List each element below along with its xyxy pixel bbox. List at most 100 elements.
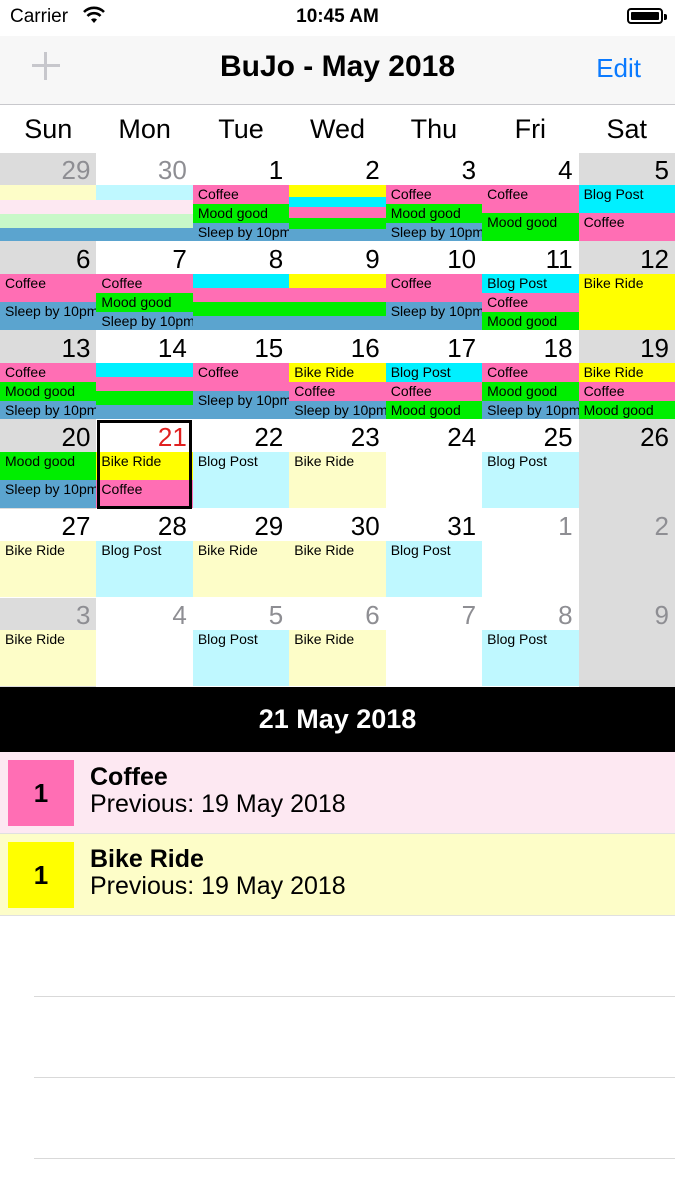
calendar-day-cell[interactable]: 8 <box>192 242 290 331</box>
calendar-day-cell[interactable]: 8 Blog Post <box>482 598 579 687</box>
event-bar-bike: Bike Ride <box>289 541 386 597</box>
event-bar-coffee <box>192 288 290 302</box>
day-number: 31 <box>447 511 477 541</box>
event-bar-blog <box>289 197 386 207</box>
event-bar-sleep: Sleep by 10pm <box>192 223 290 241</box>
calendar-day-cell[interactable]: 2 <box>289 153 386 242</box>
calendar-day-cell[interactable]: 14 <box>96 331 193 420</box>
status-time: 10:45 AM <box>296 6 379 27</box>
event-bar-mood <box>192 302 290 316</box>
day-number: 22 <box>254 422 284 452</box>
calendar-day-cell[interactable]: 21 Bike Ride Coffee <box>96 420 193 509</box>
event-count-badge: 1 <box>8 760 74 826</box>
calendar-day-cell[interactable]: 9 <box>578 598 675 687</box>
list-separator <box>34 996 675 997</box>
calendar-day-cell[interactable]: 5 Blog Post <box>192 598 290 687</box>
navigation-bar: BuJo - May 2018 Edit <box>0 36 675 105</box>
calendar-day-cell[interactable]: 22 Blog Post <box>192 420 290 509</box>
event-bar-coffee: Coffee <box>385 274 483 302</box>
event-row-bike-ride[interactable]: 1 Bike Ride Previous: 19 May 2018 <box>0 834 675 916</box>
calendar-day-cell[interactable]: 2 <box>578 509 675 598</box>
battery-icon <box>627 8 667 24</box>
calendar-day-cell[interactable]: 10 Coffee Sleep by 10pm <box>385 242 483 331</box>
calendar-day-cell[interactable]: 15 Coffee Sleep by 10pm <box>192 331 290 420</box>
day-number: 29 <box>61 155 91 185</box>
event-bar-mood: Mood good <box>0 452 97 480</box>
day-number: 6 <box>75 244 91 274</box>
calendar-day-cell[interactable]: 30 <box>96 153 193 242</box>
day-number: 25 <box>543 422 573 452</box>
event-bar-sleep <box>0 228 97 241</box>
calendar-day-cell[interactable]: 26 <box>578 420 675 509</box>
day-number: 30 <box>350 511 380 541</box>
event-bar-coffee: Coffee <box>482 293 579 312</box>
calendar-day-cell[interactable]: 24 <box>385 420 483 509</box>
day-number: 1 <box>268 155 284 185</box>
calendar-day-cell[interactable]: 17 Blog Post Coffee Mood good <box>385 331 483 420</box>
page-title: BuJo - May 2018 <box>219 50 456 83</box>
event-bar-coffee: Coffee <box>96 480 193 508</box>
calendar-day-cell[interactable]: 16 Bike Ride Coffee Sleep by 10pm <box>289 331 386 420</box>
event-bar-sleep <box>96 405 193 419</box>
calendar-day-cell[interactable]: 30 Bike Ride <box>289 509 386 598</box>
calendar-day-cell[interactable]: 1 <box>482 509 579 598</box>
event-bar-coffee: Coffee <box>192 363 290 391</box>
event-bar-blog: Blog Post <box>96 541 193 597</box>
event-row-coffee[interactable]: 1 Coffee Previous: 19 May 2018 <box>0 752 675 834</box>
calendar-day-cell[interactable]: 29 <box>0 153 97 242</box>
event-bar-sleep <box>289 229 386 241</box>
calendar-day-cell[interactable]: 23 Bike Ride <box>289 420 386 509</box>
calendar-day-cell[interactable]: 7 <box>385 598 483 687</box>
calendar-day-cell[interactable]: 4 Coffee Mood good <box>482 153 579 242</box>
calendar-day-cell[interactable]: 19 Bike Ride Coffee Mood good <box>578 331 675 420</box>
event-bar-mood: Mood good <box>385 401 483 419</box>
calendar-day-cell[interactable]: 3 Bike Ride <box>0 598 97 687</box>
day-number: 15 <box>254 333 284 363</box>
day-number: 3 <box>75 600 91 630</box>
calendar-day-cell[interactable]: 1 Coffee Mood good Sleep by 10pm <box>192 153 290 242</box>
event-name: Bike Ride <box>90 845 204 873</box>
event-bar-sleep <box>192 316 290 330</box>
day-number: 28 <box>157 511 187 541</box>
event-bar-coffee: Coffee <box>0 363 97 382</box>
event-bar-mood <box>289 302 386 316</box>
calendar-day-cell[interactable]: 31 Blog Post <box>385 509 483 598</box>
calendar-day-cell[interactable]: 5 Blog Post Coffee <box>578 153 675 242</box>
edit-button[interactable]: Edit <box>596 53 641 84</box>
calendar-day-cell[interactable]: 13 Coffee Mood good Sleep by 10pm <box>0 331 97 420</box>
status-bar: Carrier 10:45 AM <box>0 0 675 36</box>
calendar-day-cell[interactable]: 11 Blog Post Coffee Mood good <box>482 242 579 331</box>
day-number: 2 <box>365 155 380 185</box>
event-bar-mood <box>289 218 386 229</box>
event-bar-bike <box>289 274 386 288</box>
event-bar-bike: Bike Ride <box>289 363 386 382</box>
calendar-day-cell[interactable]: 7 Coffee Mood good Sleep by 10pm <box>96 242 193 331</box>
event-bar-coffee: Coffee <box>385 382 483 401</box>
calendar-day-cell[interactable]: 29 Bike Ride <box>192 509 290 598</box>
calendar-day-cell[interactable]: 18 Coffee Mood good Sleep by 10pm <box>482 331 579 420</box>
event-bar-bike: Bike Ride <box>96 452 193 480</box>
calendar-day-cell[interactable]: 20 Mood good Sleep by 10pm <box>0 420 97 509</box>
calendar-day-cell[interactable]: 4 <box>96 598 193 687</box>
event-count-badge: 1 <box>8 842 74 908</box>
calendar-day-cell[interactable]: 28 Blog Post <box>96 509 193 598</box>
event-bar-mood: Mood good <box>192 204 290 223</box>
day-number: 8 <box>268 244 284 274</box>
event-bar-bike: Bike Ride <box>192 541 290 597</box>
calendar-day-cell[interactable]: 27 Bike Ride <box>0 509 97 598</box>
calendar-day-cell[interactable]: 6 Coffee Sleep by 10pm <box>0 242 97 331</box>
event-bar-sleep: Sleep by 10pm <box>0 302 97 330</box>
event-bar-sleep: Sleep by 10pm <box>289 401 386 419</box>
event-bar-bike: Bike Ride <box>578 274 675 330</box>
selected-date-header: 21 May 2018 <box>0 687 675 752</box>
event-name: Coffee <box>90 763 168 791</box>
event-bar-sleep: Sleep by 10pm <box>482 401 579 419</box>
list-separator <box>34 1158 675 1159</box>
calendar-day-cell[interactable]: 6 Bike Ride <box>289 598 386 687</box>
calendar-day-cell[interactable]: 3 Coffee Mood good Sleep by 10pm <box>385 153 483 242</box>
calendar-day-cell[interactable]: 12 Bike Ride <box>578 242 675 331</box>
calendar-day-cell[interactable]: 9 <box>289 242 386 331</box>
calendar-day-cell[interactable]: 25 Blog Post <box>482 420 579 509</box>
day-number: 26 <box>640 422 669 452</box>
day-number: 23 <box>350 422 380 452</box>
